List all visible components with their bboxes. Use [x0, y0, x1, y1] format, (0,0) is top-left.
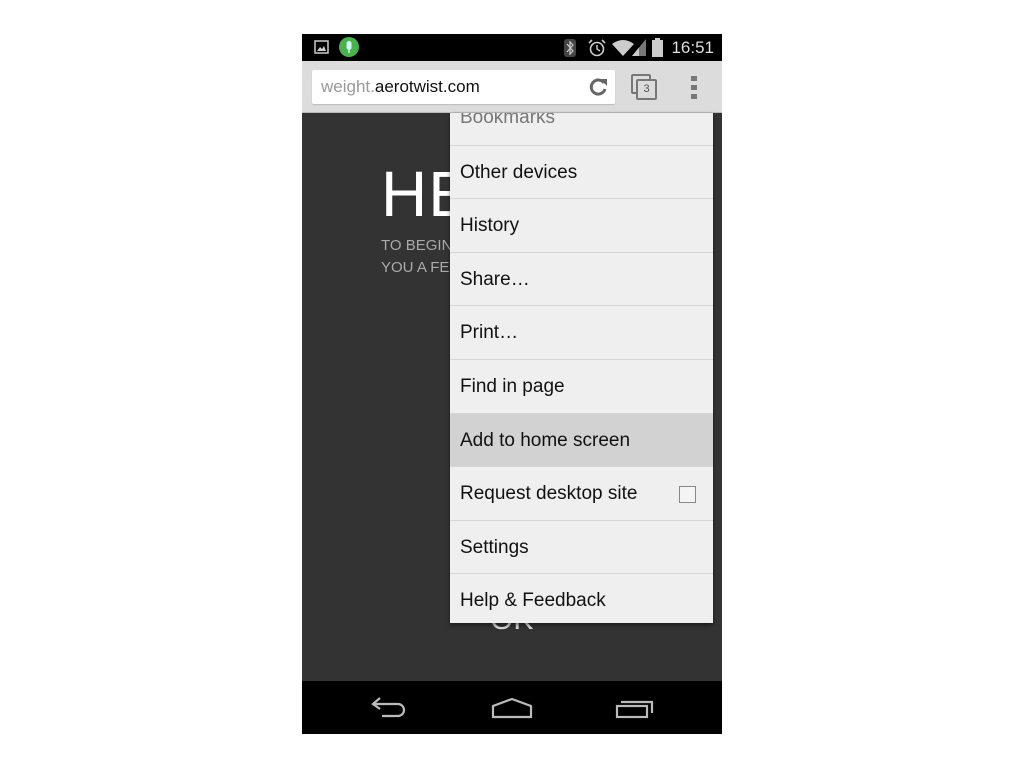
menu-item-print[interactable]: Print… [450, 305, 713, 359]
menu-item-label: Bookmarks [460, 113, 556, 128]
back-icon[interactable] [370, 697, 410, 719]
tab-count: 3 [636, 79, 657, 100]
status-time: 16:51 [671, 38, 714, 57]
menu-item-history[interactable]: History [450, 198, 713, 252]
browser-toolbar: weight.aerotwist.com 3 [302, 61, 722, 113]
navigation-bar [302, 681, 722, 734]
signal-icon [632, 39, 646, 56]
menu-item-settings[interactable]: Settings [450, 519, 713, 574]
menu-item-label: Request desktop site [460, 483, 638, 505]
menu-item-other-devices[interactable]: Other devices [450, 144, 713, 199]
reload-icon[interactable] [588, 77, 608, 97]
url-domain: aerotwist.com [374, 77, 480, 96]
menu-item-label: Share… [460, 268, 530, 290]
recent-apps-icon[interactable] [615, 698, 655, 720]
menu-item-label: Help & Feedback [460, 590, 606, 612]
phone-screen: 16:51 weight.aerotwist.com 3 HE TO BEGIN… [302, 34, 722, 734]
url-bar[interactable]: weight.aerotwist.com [312, 70, 615, 104]
overflow-menu-icon[interactable] [691, 76, 699, 100]
home-icon[interactable] [491, 697, 533, 719]
menu-item-label: History [460, 215, 520, 237]
menu-item-share[interactable]: Share… [450, 251, 713, 306]
menu-item-label: Other devices [460, 161, 578, 183]
intro-line-1: TO BEGIN [381, 237, 453, 254]
wifi-icon [612, 40, 634, 56]
image-icon [314, 40, 329, 54]
tab-switcher-button[interactable]: 3 [631, 74, 657, 100]
desktop-site-checkbox[interactable] [679, 486, 696, 504]
menu-item-label: Print… [460, 322, 519, 344]
intro-line-2: YOU A FE [381, 259, 450, 276]
menu-item-label: Find in page [460, 376, 565, 397]
menu-item-help-feedback[interactable]: Help & Feedback [450, 573, 713, 623]
overflow-menu: Bookmarks Other devices History Share… Print… [450, 113, 713, 623]
menu-item-bookmarks[interactable]: Bookmarks [450, 113, 713, 145]
menu-item-label: Settings [460, 536, 529, 558]
microphone-icon [339, 37, 359, 57]
url-subdomain: weight. [321, 77, 375, 96]
battery-icon [652, 38, 663, 57]
menu-item-label: Add to home screen [460, 429, 631, 451]
bluetooth-icon [564, 39, 576, 57]
menu-item-request-desktop-site[interactable]: Request desktop site [450, 466, 713, 520]
menu-item-add-to-home-screen[interactable]: Add to home screen [450, 412, 713, 467]
menu-item-find-in-page[interactable]: Find in page [450, 359, 713, 413]
status-bar: 16:51 [302, 34, 722, 61]
alarm-icon [588, 39, 606, 57]
